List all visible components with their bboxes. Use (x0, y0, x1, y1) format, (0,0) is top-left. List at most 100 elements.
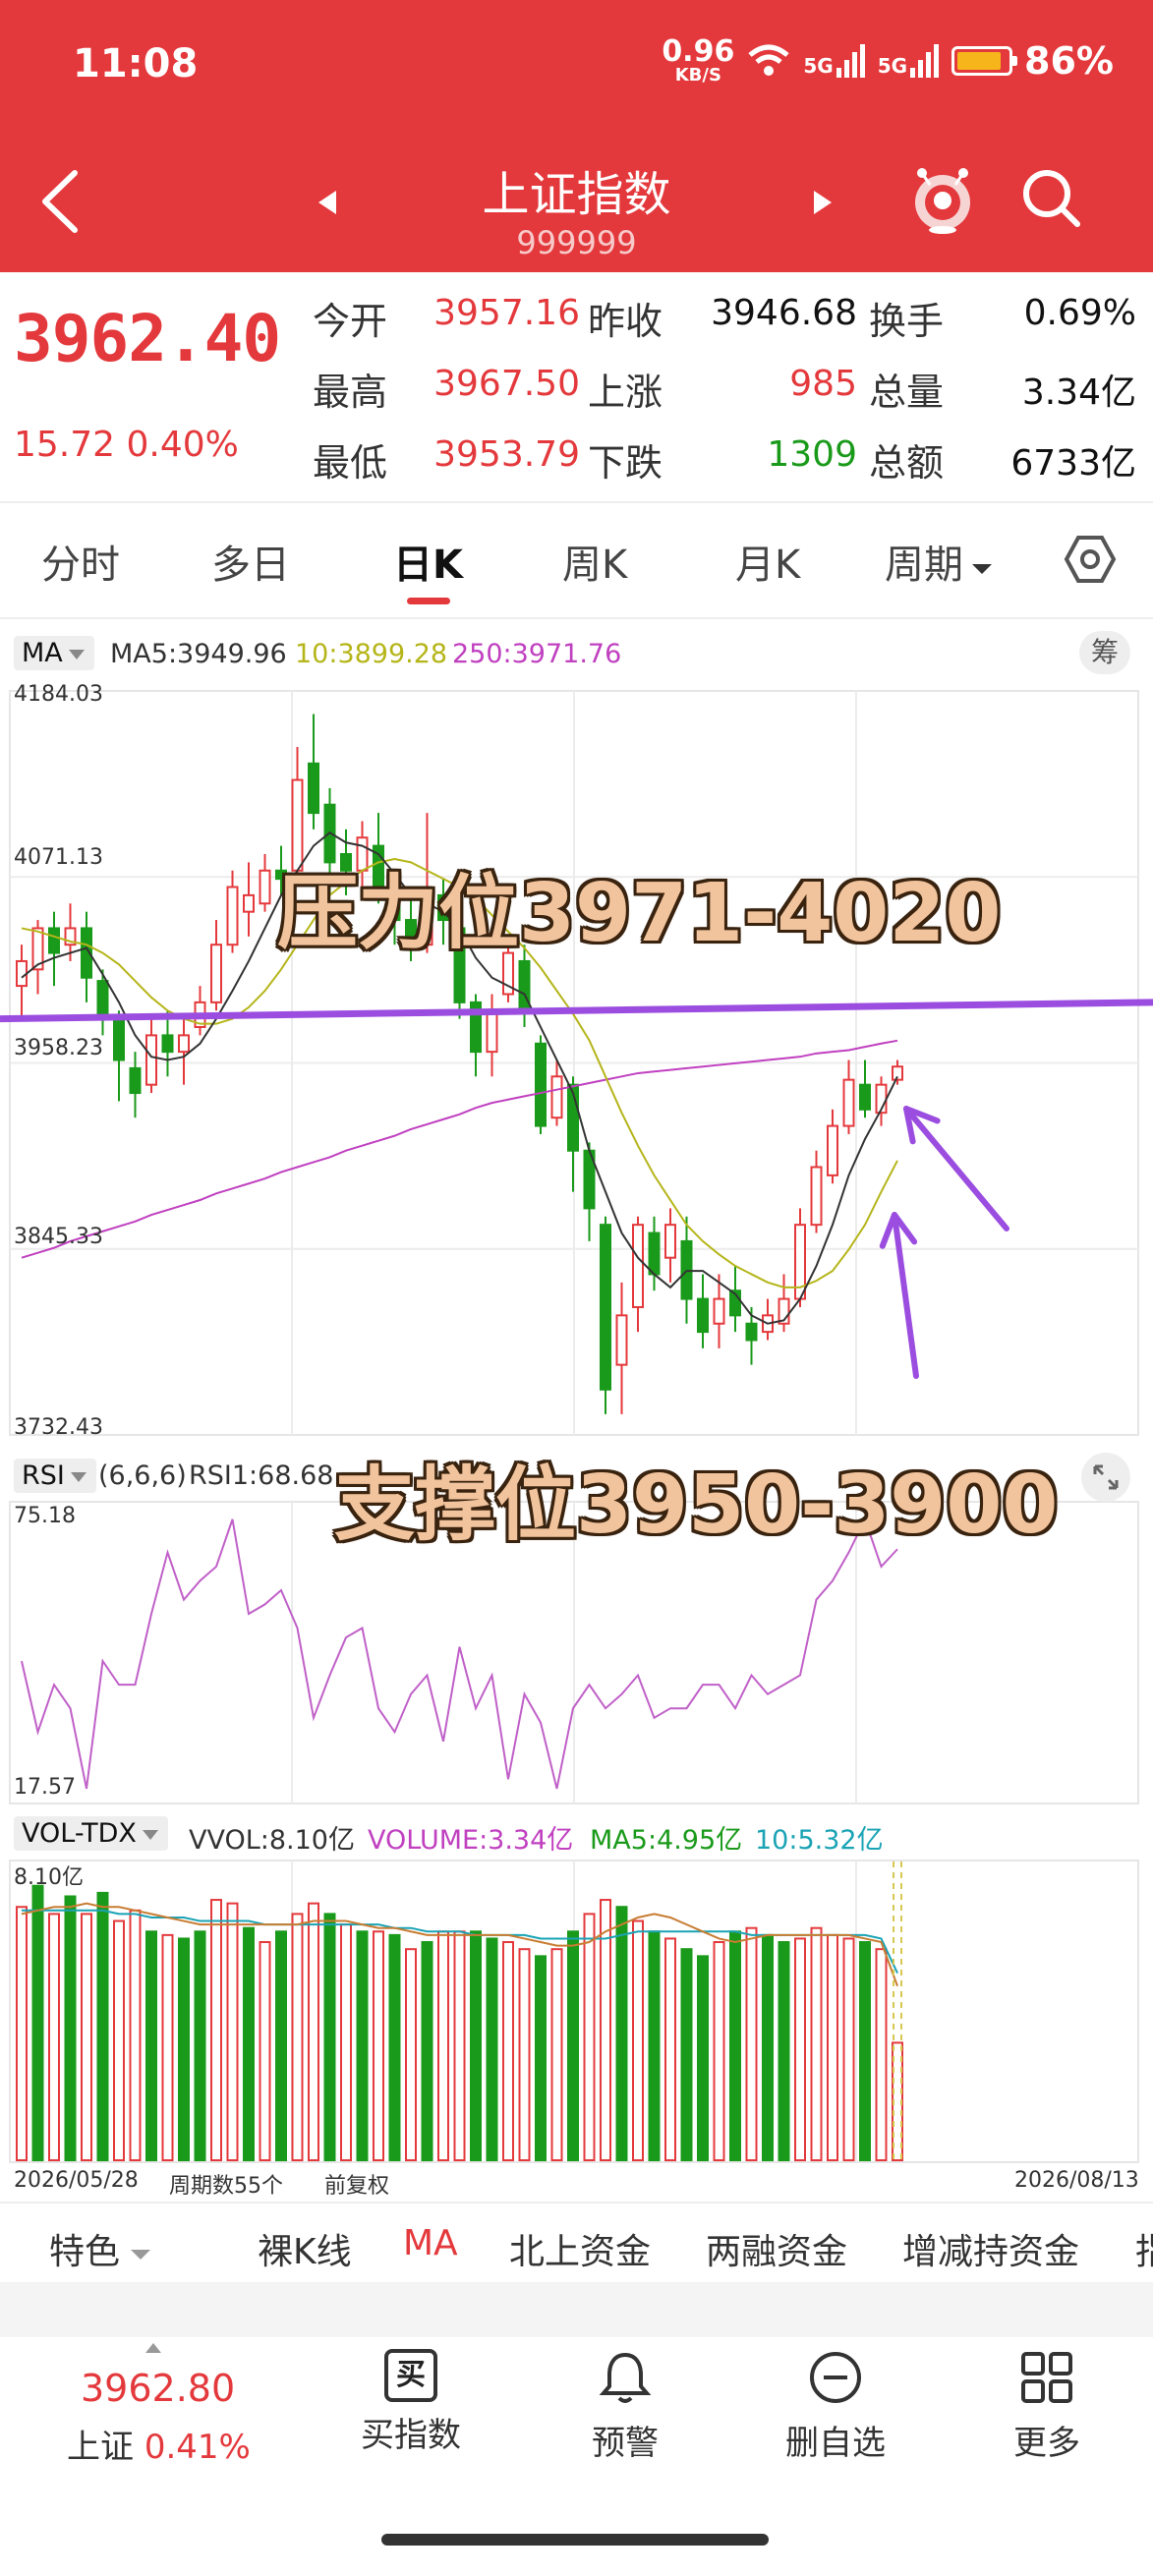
candle-body (664, 1224, 676, 1259)
volume-bar (243, 1926, 255, 2162)
y-label-top: 4184.03 (14, 682, 103, 707)
quote-value: 985 (789, 364, 857, 404)
search-icon[interactable] (1020, 167, 1083, 230)
candle-body (600, 1224, 611, 1391)
feature-more-cut[interactable]: 指 (1135, 2223, 1153, 2274)
battery-icon (951, 46, 1018, 76)
nav-remove-watchlist[interactable]: 删自选 (757, 2349, 914, 2464)
volume-bar (680, 1948, 693, 2161)
feature-holding-change[interactable]: 增减持资金 (902, 2223, 1079, 2274)
nav-alert[interactable]: 预警 (547, 2349, 704, 2464)
volume-bar (615, 1906, 628, 2161)
volume-bar (470, 1930, 482, 2161)
volume-bar (842, 1937, 855, 2162)
candle-body (48, 927, 60, 954)
rsi-y-top: 75.18 (14, 1504, 76, 1528)
candle-body (648, 1231, 661, 1276)
chevron-down-icon (972, 564, 992, 574)
chevron-down-icon (131, 2250, 151, 2260)
feature-special[interactable]: 特色 (49, 2223, 153, 2274)
candle-body (713, 1297, 725, 1325)
rsi-indicator-select[interactable]: RSI (14, 1459, 96, 1493)
volume-bar (453, 1930, 466, 2161)
volume-bar (567, 1930, 579, 2161)
volume-bar (405, 1948, 417, 2161)
tab-period[interactable]: 周期 (885, 533, 995, 590)
ma5-value: MA5:3949.96 (110, 639, 287, 669)
candle-body (16, 959, 28, 988)
divider (0, 501, 1153, 503)
price-change: 15.72 0.40% (14, 425, 239, 465)
nav-buy-index[interactable]: 买 买指数 (332, 2349, 490, 2456)
volume-bar (583, 1913, 596, 2161)
tab-intraday[interactable]: 分时 (41, 533, 120, 590)
ma-indicator-select[interactable]: MA (14, 636, 94, 670)
tab-daily-k[interactable]: 日K (393, 533, 463, 590)
rsi1-value: RSI1:68.68 (189, 1460, 334, 1491)
candle-body (259, 869, 271, 905)
quote-value: 3.34亿 (1021, 372, 1136, 413)
bottom-price[interactable]: 3962.80 (81, 2367, 235, 2410)
volume-bar (356, 1930, 369, 2161)
volume-bar (275, 1930, 287, 2161)
expand-button[interactable] (1081, 1453, 1130, 1502)
tab-monthly-k[interactable]: 月K (735, 533, 800, 590)
quote-label: 昨收 (588, 300, 663, 343)
chip-distribution-button[interactable]: 筹 (1079, 631, 1130, 674)
volume-bar (129, 1909, 142, 2162)
volume-bar (323, 1913, 336, 2161)
dropdown-triangle-icon (142, 1830, 158, 1840)
nav-more[interactable]: 更多 (968, 2349, 1125, 2464)
active-tab-indicator (407, 598, 450, 604)
volume-bar (664, 1937, 676, 2162)
resistance-line (0, 999, 1153, 1023)
volume-bar (697, 1955, 709, 2162)
feature-bare-k[interactable]: 裸K线 (258, 2223, 352, 2274)
quote-label: 总额 (869, 441, 945, 485)
volume-bar (113, 1919, 125, 2161)
volume-bar (210, 1899, 222, 2162)
vol-ma10-value: 10:5.32亿 (755, 1825, 884, 1856)
settings-hexagon-icon[interactable] (1064, 533, 1117, 586)
quote-label: 今开 (313, 300, 388, 343)
volume-bar (308, 1902, 319, 2161)
assistant-robot-icon[interactable] (910, 165, 975, 236)
net-speed: 0.96 KB/S (662, 34, 735, 86)
candle-body (697, 1297, 709, 1334)
vol-ma5-value: MA5:4.95亿 (590, 1825, 743, 1856)
feature-ma[interactable]: MA (403, 2223, 458, 2263)
candle-body (550, 1075, 563, 1119)
date-end: 2026/08/13 (1014, 2168, 1139, 2193)
date-start: 2026/05/28 (14, 2168, 139, 2193)
battery-level: 86% (1024, 39, 1114, 83)
feature-margin[interactable]: 两融资金 (706, 2223, 847, 2274)
volume-bar (810, 1926, 823, 2162)
quote-label: 换手 (869, 300, 945, 343)
volume-bar (259, 1941, 271, 2161)
candle-body (129, 1066, 142, 1095)
quote-value: 3967.50 (433, 364, 580, 404)
top-header: 11:08 0.96 KB/S 5G 5G 86% 上证指数 999999 (0, 0, 1153, 272)
tab-multi-day[interactable]: 多日 (211, 533, 290, 590)
feature-northbound[interactable]: 北上资金 (509, 2223, 651, 2274)
candle-body (615, 1314, 628, 1366)
ma250-value: 250:3971.76 (452, 639, 622, 669)
volume-bar (161, 1933, 174, 2162)
candle-body (859, 1083, 871, 1111)
volume-bar (502, 1941, 514, 2161)
rsi1-line (21, 1517, 898, 1790)
caret-up-icon (145, 2343, 161, 2353)
volume-bar (729, 1930, 741, 2161)
next-stock-icon[interactable] (812, 189, 834, 216)
volume-bar (794, 1937, 806, 2162)
period-count: 周期数55个 (169, 2174, 283, 2199)
tab-weekly-k[interactable]: 周K (562, 533, 627, 590)
bottom-index-change[interactable]: 上证 0.41% (67, 2420, 251, 2468)
volume-bar (421, 1941, 433, 2161)
vol-indicator-select[interactable]: VOL-TDX (14, 1816, 168, 1851)
candle-body (810, 1166, 823, 1227)
quote-value: 3953.79 (433, 434, 580, 475)
quote-label: 最低 (313, 441, 388, 485)
candle-body (243, 893, 255, 913)
home-indicator[interactable] (381, 2534, 769, 2546)
